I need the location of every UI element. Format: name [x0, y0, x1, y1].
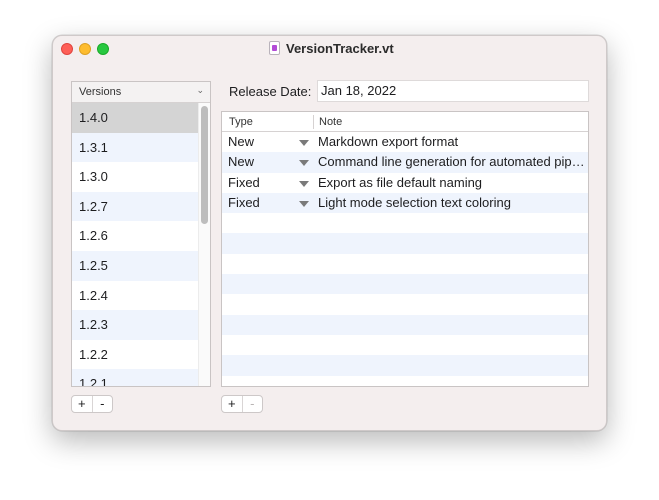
notes-table-header: Type Note	[222, 112, 588, 132]
notes-add-remove-control: + -	[221, 395, 263, 413]
release-date-field[interactable]: Jan 18, 2022	[317, 80, 589, 102]
type-cell[interactable]: New	[228, 152, 254, 172]
empty-row	[222, 213, 588, 233]
versions-list[interactable]: Versions ⌄ 1.4.0 1.3.1 1.3.0 1.2.7 1.2.6…	[71, 81, 211, 387]
version-item[interactable]: 1.2.2	[72, 340, 210, 370]
table-row[interactable]: New Command line generation for automate…	[222, 152, 588, 173]
popup-arrow-icon[interactable]	[299, 160, 309, 167]
table-row[interactable]: Fixed Light mode selection text coloring	[222, 192, 588, 214]
version-item[interactable]: 1.3.1	[72, 132, 210, 163]
remove-version-button[interactable]: -	[93, 396, 113, 412]
zoom-window-button[interactable]	[97, 43, 109, 55]
table-row[interactable]: Fixed Export as file default naming	[222, 173, 588, 193]
add-note-button[interactable]: +	[222, 396, 242, 412]
version-item[interactable]: 1.2.4	[72, 281, 210, 311]
versions-add-remove-control: + -	[71, 395, 113, 413]
note-cell[interactable]: Markdown export format	[318, 132, 586, 152]
empty-row	[222, 294, 588, 314]
note-cell[interactable]: Command line generation for automated pi…	[318, 152, 586, 172]
release-date-label: Release Date:	[229, 84, 312, 99]
version-item[interactable]: 1.2.6	[72, 221, 210, 251]
minimize-window-button[interactable]	[79, 43, 91, 55]
remove-note-button: -	[250, 396, 255, 411]
empty-row	[222, 233, 588, 254]
type-column-header[interactable]: Type	[229, 116, 253, 128]
type-cell[interactable]: New	[228, 132, 254, 152]
popup-arrow-icon[interactable]	[299, 200, 309, 207]
note-column-header[interactable]: Note	[319, 116, 342, 128]
version-item[interactable]: 1.3.0	[72, 162, 210, 192]
chevron-down-icon: ⌄	[196, 85, 204, 95]
version-item[interactable]: 1.4.0	[72, 103, 210, 133]
empty-row	[222, 254, 588, 274]
table-row[interactable]: New Markdown export format	[222, 132, 588, 152]
popup-arrow-icon[interactable]	[299, 140, 309, 146]
empty-row	[222, 335, 588, 355]
version-item[interactable]: 1.2.7	[72, 191, 210, 222]
document-icon	[269, 41, 280, 55]
empty-row	[222, 274, 588, 295]
empty-row	[222, 376, 588, 386]
version-item[interactable]: 1.2.1	[72, 369, 210, 386]
popup-arrow-icon[interactable]	[299, 180, 309, 187]
version-item[interactable]: 1.2.3	[72, 310, 210, 340]
versions-scrollbar[interactable]	[201, 106, 208, 224]
title-bar[interactable]: VersionTracker.vt	[53, 36, 606, 62]
type-cell[interactable]: Fixed	[228, 193, 260, 213]
window-title: VersionTracker.vt	[286, 41, 394, 56]
empty-row	[222, 314, 588, 335]
note-cell[interactable]: Export as file default naming	[318, 173, 586, 193]
type-cell[interactable]: Fixed	[228, 173, 260, 193]
notes-table[interactable]: Type Note New Markdown export format New…	[221, 111, 589, 387]
add-version-button[interactable]: +	[72, 396, 92, 412]
column-divider[interactable]	[313, 115, 314, 129]
app-window: VersionTracker.vt Versions ⌄ 1.4.0 1.3.1…	[52, 35, 607, 431]
versions-header[interactable]: Versions ⌄	[72, 82, 210, 103]
note-cell[interactable]: Light mode selection text coloring	[318, 193, 586, 213]
close-window-button[interactable]	[61, 43, 73, 55]
version-item[interactable]: 1.2.5	[72, 250, 210, 281]
versions-header-label: Versions	[79, 86, 122, 98]
empty-row	[222, 355, 588, 376]
